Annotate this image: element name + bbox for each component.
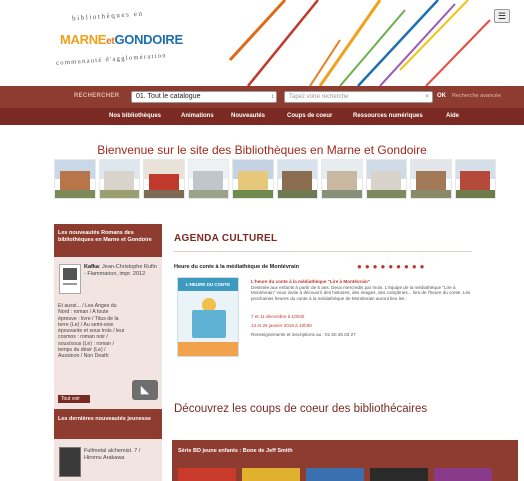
book-list[interactable]: Et aussi... / Les Anges du Nord : roman … [58, 303, 128, 360]
chevron-down-icon: ↕ [271, 94, 274, 100]
sidebar: Les nouveautés Romans des bibliothèques … [54, 224, 162, 481]
event-desc: Destinée aux enfants à partir de 5 ans. … [251, 284, 471, 301]
welcome-heading: Bienvenue sur le site des Bibliothèques … [97, 143, 427, 157]
search-bar: RECHERCHER 01. Tout le catalogue ↕ Tapez… [0, 86, 524, 108]
book-info: Kafka: Jean-Christophe Rufin - Flammario… [84, 264, 159, 278]
book-author[interactable]: Kafka [84, 264, 99, 270]
logo-wordmark: MARNEetGONDOIRE [60, 32, 183, 47]
carousel-cover[interactable] [434, 468, 492, 481]
carousel-cover[interactable] [178, 468, 236, 481]
main-nav: Nos bibliothèques Animations Nouveautés … [0, 108, 524, 125]
library-photo[interactable] [321, 159, 363, 199]
carousel-cover[interactable] [306, 468, 364, 481]
event-poster[interactable]: L'HEURE DU CONTE [177, 277, 239, 357]
library-photo-strip [54, 159, 496, 199]
nav-item-coups-de-coeur[interactable]: Coups de coeur [287, 113, 332, 119]
library-photo[interactable] [276, 159, 318, 199]
library-photo[interactable] [187, 159, 229, 199]
nav-item-aide[interactable]: Aide [446, 113, 459, 119]
rss-icon[interactable]: ◣ [132, 380, 158, 400]
library-photo[interactable] [54, 159, 96, 199]
library-photo[interactable] [454, 159, 496, 199]
catalog-select[interactable]: 01. Tout le catalogue ↕ [131, 91, 277, 103]
event-title[interactable]: Heure du conte à la médiathèque de Monté… [174, 264, 299, 270]
search-label: RECHERCHER [74, 93, 120, 99]
clear-icon[interactable]: × [425, 92, 429, 102]
book-info[interactable]: Fullmetal alchemist. 7 / Hiromu Arakawa [84, 448, 159, 462]
logo-tagline-top: bibliothèques en [71, 9, 144, 23]
library-photo[interactable] [232, 159, 274, 199]
book-cover[interactable] [59, 264, 81, 294]
carousel-cover[interactable] [370, 468, 428, 481]
logo-marne: MARNE [60, 32, 107, 47]
library-photo[interactable] [410, 159, 452, 199]
library-photo[interactable] [143, 159, 185, 199]
nav-item-bibliotheques[interactable]: Nos bibliothèques [109, 113, 161, 119]
accessibility-icon[interactable]: ☰ [494, 9, 510, 23]
site-header: bibliothèques en MARNEetGONDOIRE communa… [0, 0, 524, 86]
divider [174, 251, 472, 252]
nav-item-ressources[interactable]: Ressources numériques [353, 113, 423, 119]
nav-item-nouveautes[interactable]: Nouveautés [231, 113, 265, 119]
coups-de-coeur-carousel: Série BD jeune enfants : Bone de Jeff Sm… [172, 440, 518, 481]
agenda-title: AGENDA CULTUREL [174, 233, 278, 244]
nav-item-animations[interactable]: Animations [181, 113, 214, 119]
search-ok-button[interactable]: OK [437, 93, 446, 99]
logo-tagline-bottom: communauté d'agglomération [55, 52, 168, 67]
sidebar-box-title-jeunesse[interactable]: Les dernières nouveautés jeunesse [54, 409, 162, 439]
header-decoration [228, 0, 491, 86]
event-contact: Renseignements et inscriptions au : 01 6… [251, 331, 356, 337]
book-cover[interactable] [59, 447, 81, 477]
voir-tout-button[interactable]: Tout voir [58, 395, 90, 403]
event-poster-label: L'HEURE DU CONTE [178, 278, 238, 291]
event-description: L'heure du conte à la médiathèque "Lire … [251, 279, 476, 337]
carousel-dots[interactable]: ●●●●●●●●● [357, 262, 428, 271]
catalog-select-value: 01. Tout le catalogue [136, 93, 201, 100]
logo-gondoire: GONDOIRE [114, 32, 183, 47]
coups-de-coeur-title: Découvrez les coups de coeur des bibliot… [174, 403, 428, 415]
library-photo[interactable] [98, 159, 140, 199]
library-photo[interactable] [365, 159, 407, 199]
search-input[interactable]: Tapez votre recherche × [284, 91, 433, 103]
sidebar-box-title[interactable]: Les nouveautés Romans des bibliothèques … [54, 224, 162, 257]
advanced-search-link[interactable]: Recherche avancée [452, 93, 501, 99]
carousel-cover[interactable] [242, 468, 300, 481]
site-logo[interactable]: bibliothèques en MARNEetGONDOIRE communa… [52, 10, 192, 72]
search-input-placeholder: Tapez votre recherche [289, 94, 349, 100]
carousel-title[interactable]: Série BD jeune enfants : Bone de Jeff Sm… [178, 448, 293, 454]
